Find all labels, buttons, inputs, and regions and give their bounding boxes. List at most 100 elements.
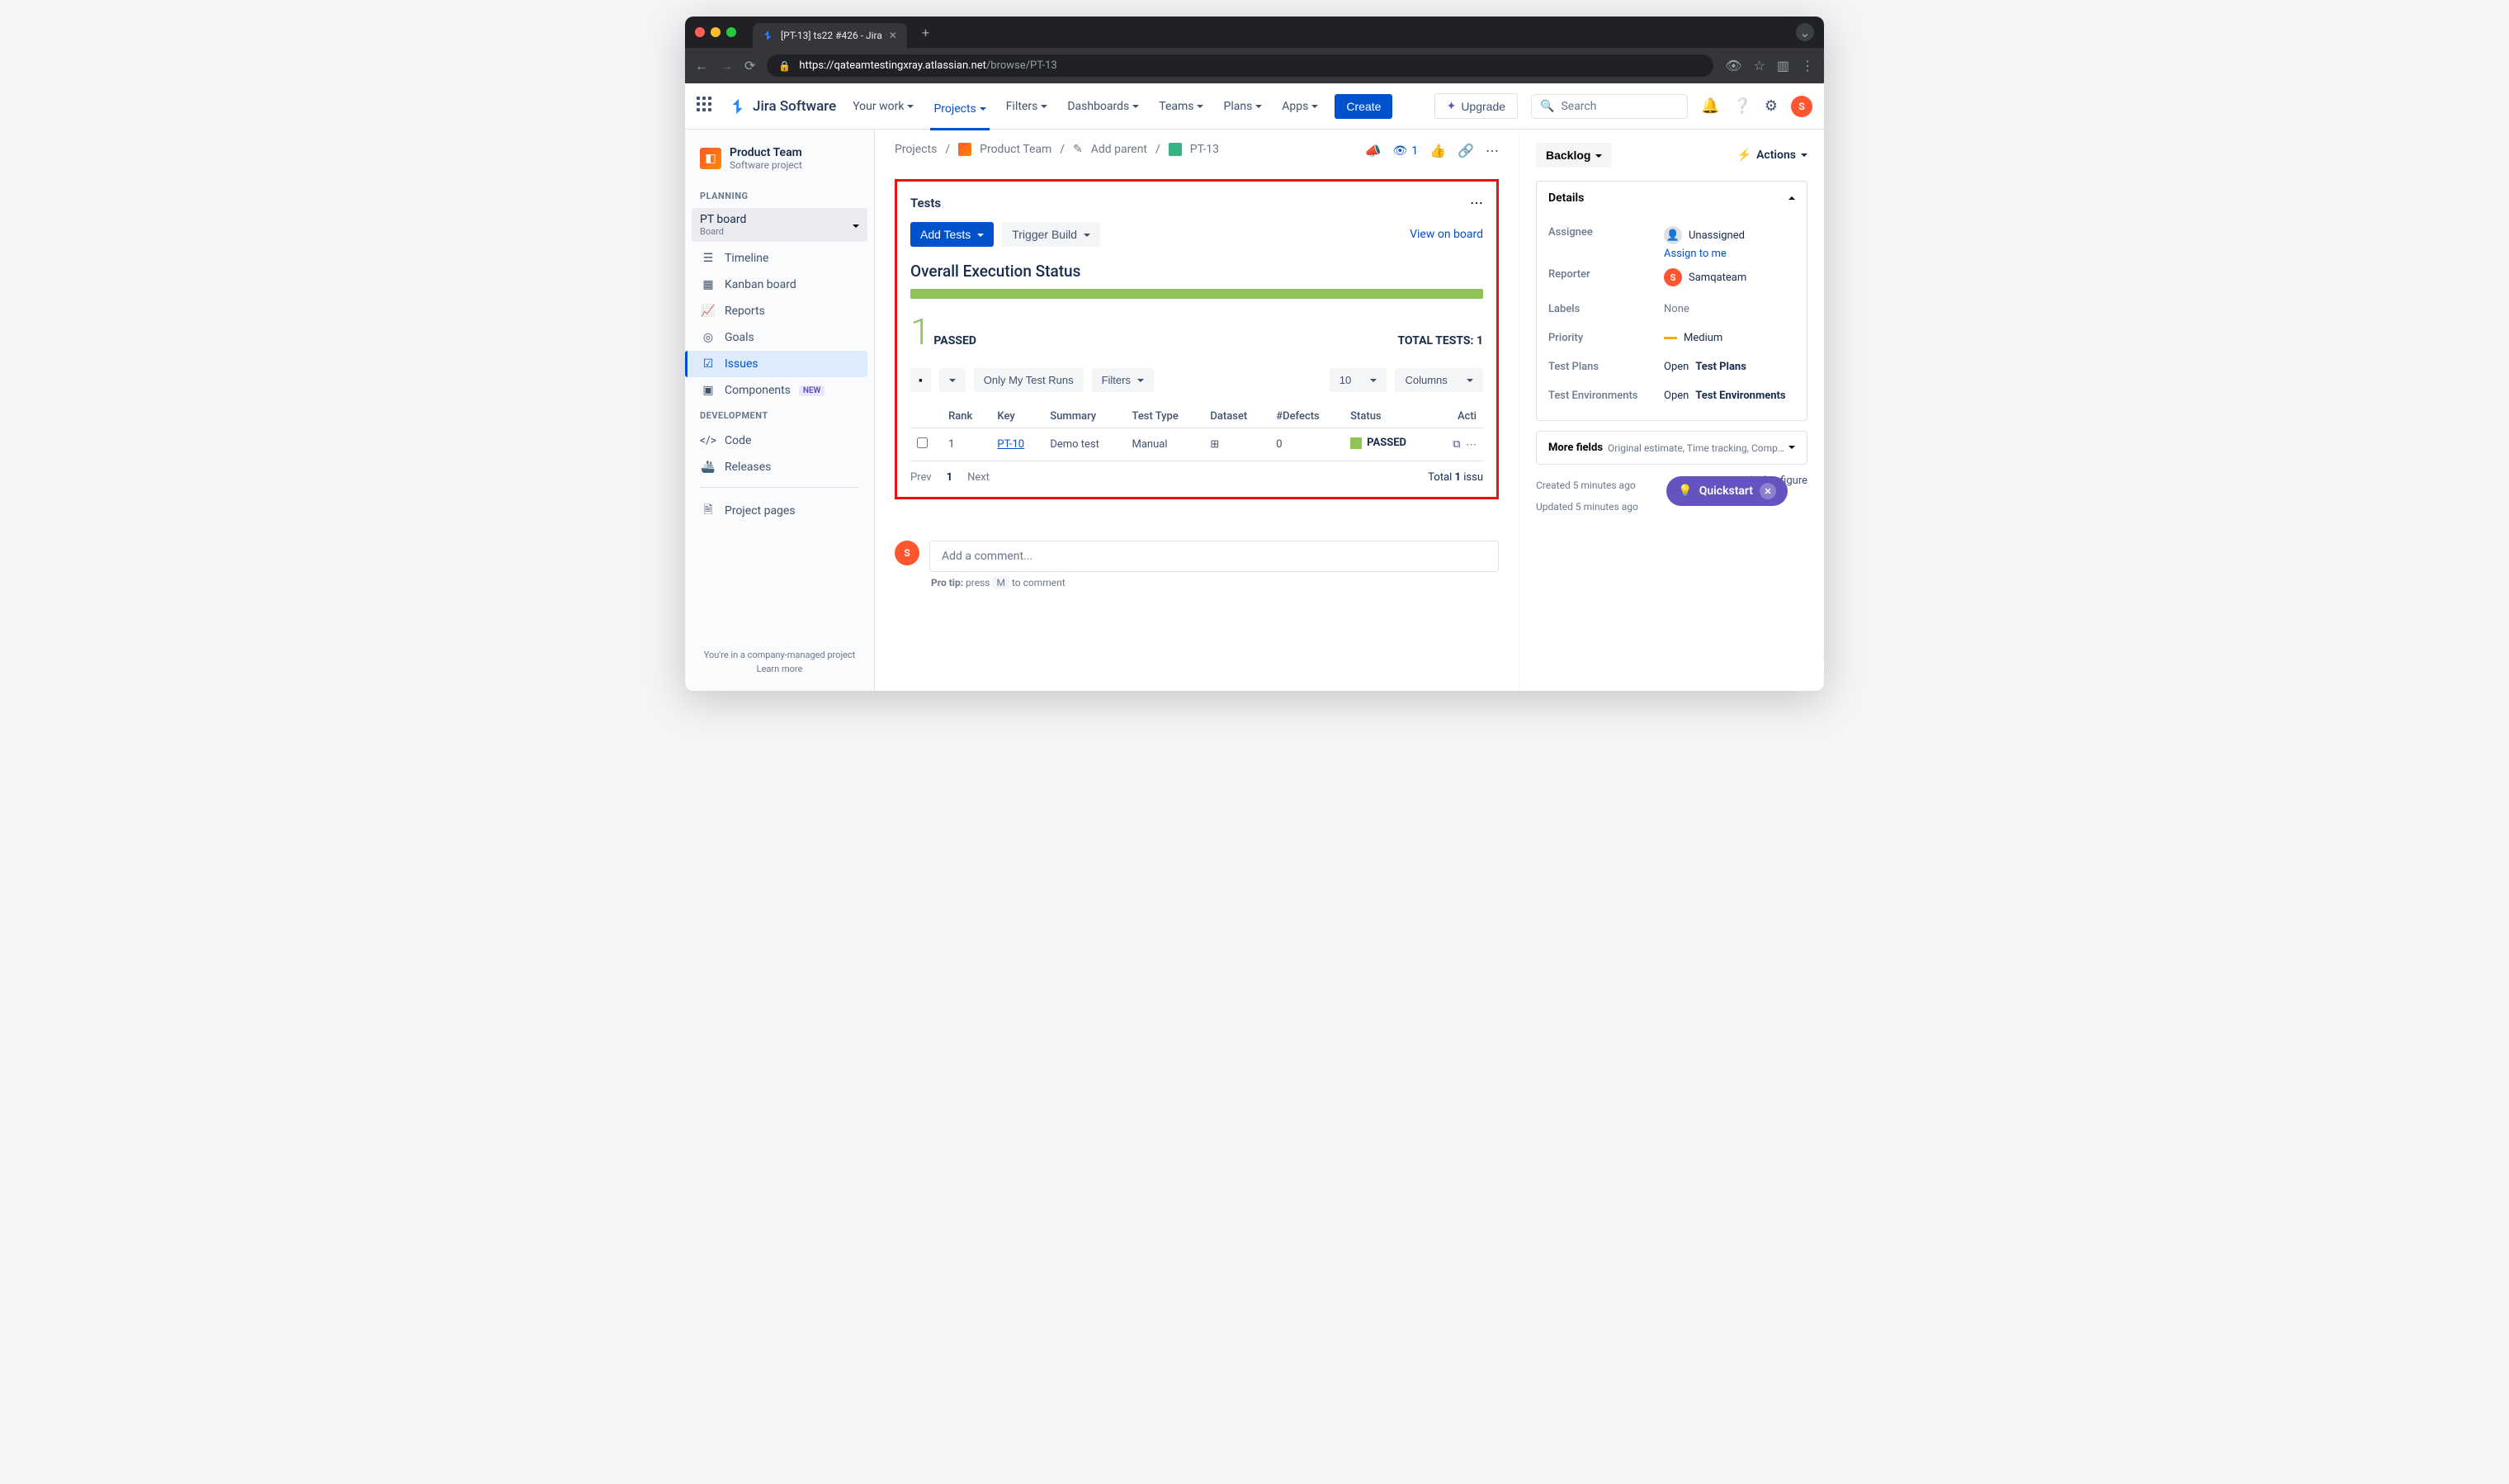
add-tests-button[interactable]: Add Tests <box>910 222 994 247</box>
sidebar-goals[interactable]: ◎Goals <box>692 324 867 351</box>
trigger-build-button[interactable]: Trigger Build <box>1002 222 1100 247</box>
new-tab-button[interactable]: + <box>914 25 938 47</box>
exec-progress-bar <box>910 289 1483 299</box>
filters-button[interactable]: Filters <box>1092 368 1154 392</box>
share-icon[interactable]: 🔗 <box>1458 143 1474 158</box>
settings-icon[interactable]: ⚙ <box>1765 97 1778 115</box>
feedback-icon[interactable]: 📣 <box>1365 143 1382 158</box>
bc-projects[interactable]: Projects <box>895 143 937 156</box>
close-tab-icon[interactable]: ✕ <box>889 30 897 41</box>
sidebar-project-pages[interactable]: 🗎Project pages <box>692 494 867 527</box>
col-dataset[interactable]: Dataset <box>1203 405 1269 428</box>
tests-panel-menu-icon[interactable]: ⋯ <box>1470 195 1483 210</box>
edit-icon: ✎ <box>1073 143 1083 156</box>
nav-projects[interactable]: Projects <box>930 97 989 130</box>
maximize-window-button[interactable] <box>726 27 736 37</box>
project-type: Software project <box>730 159 802 171</box>
profile-icon[interactable]: ⋮ <box>1801 58 1814 73</box>
status-dropdown[interactable]: Backlog <box>1536 143 1612 168</box>
actions-dropdown[interactable]: ⚡Actions <box>1737 143 1807 168</box>
pager-current[interactable]: 1 <box>947 471 952 484</box>
more-fields-card[interactable]: More fields Original estimate, Time trac… <box>1536 431 1807 465</box>
sidebar-components[interactable]: ▣ComponentsNEW <box>692 377 867 404</box>
only-my-runs-button[interactable]: Only My Test Runs <box>974 368 1084 392</box>
comment-input[interactable]: Add a comment... <box>929 541 1499 572</box>
reporter-value[interactable]: SSamqateam <box>1664 268 1795 286</box>
vote-icon[interactable]: 👍 <box>1429 143 1446 158</box>
select-all-checkbox[interactable]: ▪ <box>910 368 931 392</box>
sidebar-timeline[interactable]: ☰Timeline <box>692 245 867 272</box>
board-selector[interactable]: PT board Board <box>692 208 867 242</box>
test-env-value[interactable]: Open Test Environments <box>1664 390 1795 402</box>
bc-add-parent[interactable]: Add parent <box>1091 143 1147 156</box>
nav-plans[interactable]: Plans <box>1220 95 1265 118</box>
learn-more-link[interactable]: Learn more <box>700 664 859 674</box>
nav-teams[interactable]: Teams <box>1155 95 1207 118</box>
col-defects[interactable]: #Defects <box>1269 405 1344 428</box>
bc-project-link[interactable]: Product Team <box>980 143 1051 156</box>
more-actions-icon[interactable]: ⋯ <box>1486 143 1499 158</box>
row-checkbox[interactable] <box>917 437 928 448</box>
nav-apps[interactable]: Apps <box>1278 95 1321 118</box>
page-size-dropdown[interactable]: 10 <box>1330 368 1387 392</box>
nav-dashboards[interactable]: Dashboards <box>1064 95 1142 118</box>
back-button[interactable]: ← <box>695 58 708 74</box>
col-type[interactable]: Test Type <box>1126 405 1204 428</box>
project-header[interactable]: ◧ Product Team Software project <box>692 146 867 184</box>
create-button[interactable]: Create <box>1335 94 1392 119</box>
view-on-board-link[interactable]: View on board <box>1410 228 1483 241</box>
priority-value[interactable]: Medium <box>1664 332 1795 344</box>
comment-section: S Add a comment... <box>895 541 1499 572</box>
select-dropdown[interactable] <box>939 368 966 392</box>
sidebar-reports[interactable]: 📈Reports <box>692 298 867 324</box>
jira-logo[interactable]: Jira Software <box>730 97 836 116</box>
hide-extension-icon[interactable]: 👁 <box>1725 58 1741 73</box>
columns-dropdown[interactable]: Columns <box>1395 368 1483 392</box>
test-plans-value[interactable]: Open Test Plans <box>1664 361 1795 373</box>
test-row[interactable]: 1 PT-10 Demo test Manual ⊞ 0 PASSED ⧉ ⋯ <box>910 428 1483 461</box>
bookmark-icon[interactable]: ☆ <box>1754 58 1765 73</box>
test-key-link[interactable]: PT-10 <box>997 438 1024 451</box>
sidebar-kanban[interactable]: ▦Kanban board <box>692 272 867 298</box>
app-switcher-icon[interactable] <box>697 97 716 116</box>
pager-next[interactable]: Next <box>967 471 990 484</box>
col-summary[interactable]: Summary <box>1043 405 1125 428</box>
col-actions[interactable]: Acti <box>1434 405 1483 428</box>
forward-button[interactable]: → <box>720 58 733 74</box>
cell-dataset[interactable]: ⊞ <box>1203 428 1269 461</box>
minimize-window-button[interactable] <box>711 27 721 37</box>
quickstart-button[interactable]: 💡 Quickstart ✕ <box>1666 476 1788 506</box>
search-input[interactable]: 🔍 Search <box>1531 94 1688 119</box>
sidebar-code[interactable]: </>Code <box>692 428 867 454</box>
watch-button[interactable]: 👁1 <box>1393 144 1419 158</box>
site-info-icon[interactable]: 🔒 <box>778 60 791 72</box>
col-status[interactable]: Status <box>1344 405 1434 428</box>
col-rank[interactable]: Rank <box>942 405 990 428</box>
sidebar-issues[interactable]: ☑Issues <box>685 351 867 377</box>
row-expand-icon[interactable]: ⧉ <box>1453 438 1460 451</box>
col-key[interactable]: Key <box>990 405 1043 428</box>
nav-your-work[interactable]: Your work <box>849 95 917 118</box>
user-avatar[interactable]: S <box>1791 96 1812 117</box>
quickstart-close-icon[interactable]: ✕ <box>1760 483 1776 499</box>
browser-tab[interactable]: [PT-13] ts22 #426 - Jira ✕ <box>753 23 907 48</box>
panel-icon[interactable]: ▥ <box>1777 58 1789 73</box>
assign-to-me-link[interactable]: Assign to me <box>1664 248 1795 260</box>
labels-value[interactable]: None <box>1664 303 1795 315</box>
details-card-header[interactable]: Details <box>1537 182 1807 215</box>
bc-issue-key[interactable]: PT-13 <box>1190 143 1219 156</box>
pager-prev[interactable]: Prev <box>910 471 932 484</box>
notifications-icon[interactable]: 🔔 <box>1701 97 1719 115</box>
close-window-button[interactable] <box>695 27 705 37</box>
address-bar[interactable]: 🔒 https://qateamtestingxray.atlassian.ne… <box>767 54 1713 77</box>
row-more-icon[interactable]: ⋯ <box>1466 438 1477 451</box>
sparkle-icon: ✦ <box>1447 99 1457 113</box>
help-icon[interactable]: ❔ <box>1732 97 1751 115</box>
upgrade-button[interactable]: ✦Upgrade <box>1434 93 1518 119</box>
footer-text: You're in a company-managed project <box>700 650 859 660</box>
assignee-value[interactable]: 👤Unassigned <box>1664 226 1795 244</box>
tab-list-button[interactable]: ⌄ <box>1796 23 1814 41</box>
sidebar-releases[interactable]: 🚢Releases <box>692 454 867 480</box>
reload-button[interactable]: ⟳ <box>744 58 755 73</box>
nav-filters[interactable]: Filters <box>1003 95 1051 118</box>
